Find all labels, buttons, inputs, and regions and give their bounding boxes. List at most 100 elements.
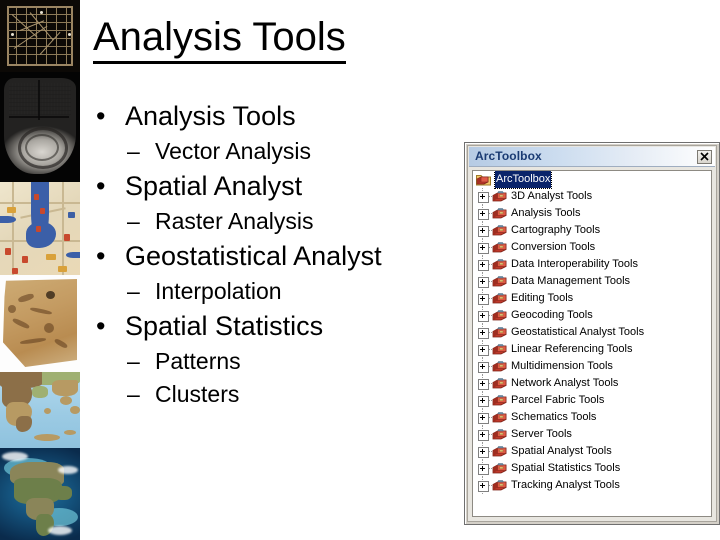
close-x-glyph <box>700 152 709 161</box>
toolbox-icon <box>492 190 507 203</box>
antique-city-map-image <box>0 182 80 275</box>
toolbox-icon <box>492 292 507 305</box>
bullet-item: • Geostatistical Analyst <box>93 238 463 274</box>
tree-item[interactable]: Geocoding Tools <box>473 307 711 324</box>
toolbox-icon <box>492 275 507 288</box>
toolbox-icon <box>492 343 507 356</box>
sub-bullet-marker: – <box>127 278 140 304</box>
tree-item-label: Data Interoperability Tools <box>511 258 638 270</box>
page-title: Analysis Tools <box>93 14 423 64</box>
tree-item-label: Analysis Tools <box>511 207 581 219</box>
toolbox-icon <box>492 309 507 322</box>
sub-bullet-text: Raster Analysis <box>155 208 314 234</box>
expander-plus-icon[interactable] <box>478 243 489 254</box>
expander-plus-icon[interactable] <box>478 328 489 339</box>
tree-item[interactable]: Cartography Tools <box>473 222 711 239</box>
expander-plus-icon[interactable] <box>478 345 489 356</box>
babylonian-clay-tablet-map-image <box>0 72 80 182</box>
tree-item-label: Schematics Tools <box>511 411 597 423</box>
expander-plus-icon[interactable] <box>478 209 489 220</box>
expander-plus-icon[interactable] <box>478 277 489 288</box>
bullet-text: Spatial Statistics <box>125 311 324 341</box>
sub-bullet-marker: – <box>127 138 140 164</box>
toolbox-icon <box>492 224 507 237</box>
tree-item-label: Linear Referencing Tools <box>511 343 633 355</box>
tree-item[interactable]: Geostatistical Analyst Tools <box>473 324 711 341</box>
tree-item[interactable]: Data Interoperability Tools <box>473 256 711 273</box>
sub-bullet-item: – Interpolation <box>93 275 463 307</box>
tree-item-label: Server Tools <box>511 428 572 440</box>
expander-plus-icon[interactable] <box>478 226 489 237</box>
tree-item-label: ArcToolbox <box>493 171 553 189</box>
tree-item-label: Geostatistical Analyst Tools <box>511 326 645 338</box>
marshall-islands-stick-chart-image <box>0 0 80 72</box>
tree-item-root[interactable]: ArcToolbox <box>473 171 711 189</box>
arctoolbox-title-bar[interactable]: ArcToolbox <box>469 147 715 167</box>
sub-bullet-text: Vector Analysis <box>155 138 311 164</box>
tree-item[interactable]: Analysis Tools <box>473 205 711 222</box>
tree-item[interactable]: Multidimension Tools <box>473 358 711 375</box>
expander-plus-icon[interactable] <box>478 192 489 203</box>
north-america-satellite-map-image <box>0 448 80 540</box>
tree-item[interactable]: Spatial Statistics Tools <box>473 460 711 477</box>
tree-item[interactable]: Network Analyst Tools <box>473 375 711 392</box>
expander-plus-icon[interactable] <box>478 430 489 441</box>
expander-plus-icon[interactable] <box>478 362 489 373</box>
arctoolbox-tree-children: 3D Analyst Tools Analysis Tools Cartogra… <box>473 188 711 494</box>
tree-item[interactable]: Linear Referencing Tools <box>473 341 711 358</box>
tree-item-label: Editing Tools <box>511 292 574 304</box>
tree-item[interactable]: Data Management Tools <box>473 273 711 290</box>
toolbox-icon <box>492 326 507 339</box>
sub-bullet-item: – Clusters <box>93 378 463 410</box>
toolbox-icon <box>492 207 507 220</box>
expander-plus-icon[interactable] <box>478 311 489 322</box>
expander-plus-icon[interactable] <box>478 260 489 271</box>
toolbox-icon <box>492 394 507 407</box>
arctoolbox-window: ArcToolbox ArcToolbox 3D Analyst Tools A… <box>464 142 720 525</box>
tree-item-label: Spatial Analyst Tools <box>511 445 612 457</box>
arctoolbox-window-title: ArcToolbox <box>475 149 542 163</box>
sub-bullet-marker: – <box>127 348 140 374</box>
sub-bullet-item: – Raster Analysis <box>93 205 463 237</box>
tree-item[interactable]: Parcel Fabric Tools <box>473 392 711 409</box>
arctoolbox-tree[interactable]: ArcToolbox 3D Analyst Tools Analysis Too… <box>472 170 712 517</box>
expander-plus-icon[interactable] <box>478 413 489 424</box>
expander-plus-icon[interactable] <box>478 294 489 305</box>
bullet-marker: • <box>96 101 106 131</box>
tree-item[interactable]: Spatial Analyst Tools <box>473 443 711 460</box>
tree-item[interactable]: 3D Analyst Tools <box>473 188 711 205</box>
slide-canvas: Analysis Tools • Analysis Tools – Vector A… <box>0 0 720 540</box>
expander-plus-icon[interactable] <box>478 379 489 390</box>
sub-bullet-marker: – <box>127 381 140 407</box>
expander-plus-icon[interactable] <box>478 396 489 407</box>
toolbox-icon <box>492 479 507 492</box>
tree-item[interactable]: Schematics Tools <box>473 409 711 426</box>
toolbox-icon <box>492 258 507 271</box>
sub-bullet-text: Interpolation <box>155 278 282 304</box>
expander-plus-icon[interactable] <box>478 481 489 492</box>
tree-item-label: 3D Analyst Tools <box>511 190 593 202</box>
tree-item-label: Conversion Tools <box>511 241 596 253</box>
tree-item-label: Spatial Statistics Tools <box>511 462 621 474</box>
toolbox-icon <box>492 241 507 254</box>
bullet-text: Geostatistical Analyst <box>125 241 382 271</box>
sub-bullet-item: – Patterns <box>93 345 463 377</box>
tree-item[interactable]: Tracking Analyst Tools <box>473 477 711 494</box>
toolbox-icon <box>492 377 507 390</box>
arctoolbox-window-inner: ArcToolbox ArcToolbox 3D Analyst Tools A… <box>467 145 717 522</box>
tree-item-label: Multidimension Tools <box>511 360 613 372</box>
bullet-marker: • <box>96 241 106 271</box>
tree-item[interactable]: Editing Tools <box>473 290 711 307</box>
sub-bullet-text: Clusters <box>155 381 240 407</box>
toolbox-icon <box>492 445 507 458</box>
close-icon[interactable] <box>697 150 712 164</box>
bullet-item: • Analysis Tools <box>93 98 463 134</box>
expander-plus-icon[interactable] <box>478 464 489 475</box>
papyrus-turin-map-image <box>0 275 80 372</box>
greece-relief-map-image <box>0 372 80 448</box>
tree-item[interactable]: Conversion Tools <box>473 239 711 256</box>
toolbox-icon <box>492 462 507 475</box>
bullet-item: • Spatial Statistics <box>93 308 463 344</box>
expander-plus-icon[interactable] <box>478 447 489 458</box>
tree-item[interactable]: Server Tools <box>473 426 711 443</box>
